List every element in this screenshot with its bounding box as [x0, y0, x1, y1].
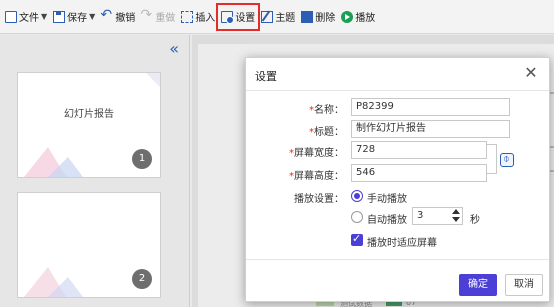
save-label: 保存 — [67, 13, 88, 24]
play-label: 播放 — [355, 13, 376, 24]
settings-dialog: 设置 ✕ *名称： P82399 *标题： 制作幻灯片报告 *屏幕宽度： 728… — [245, 57, 550, 302]
play-icon — [341, 10, 354, 23]
slide-panel: « 幻灯片报告 1 2 — [0, 35, 190, 307]
name-row: *名称： P82399 — [246, 98, 549, 116]
close-icon[interactable]: ✕ — [522, 64, 540, 82]
dialog-header: 设置 ✕ — [246, 58, 549, 91]
dialog-footer — [246, 259, 549, 301]
fit-screen-label: 播放时适应屏幕 — [367, 238, 437, 249]
cancel-button[interactable]: 取消 — [505, 274, 543, 296]
file-label: 文件 — [19, 13, 39, 24]
seconds-unit: 秒 — [470, 215, 480, 226]
save-icon — [53, 10, 66, 23]
manual-play-radio[interactable] — [351, 190, 363, 202]
insert-label: 插入 — [195, 13, 216, 24]
delete-label: 删除 — [315, 13, 336, 24]
play-button[interactable]: 播放 — [338, 5, 378, 29]
auto-seconds-stepper[interactable]: 3 — [412, 207, 463, 225]
name-field[interactable]: P82399 — [351, 98, 510, 116]
link-icon[interactable] — [500, 152, 514, 167]
slide-thumbnail-1[interactable]: 幻灯片报告 1 — [17, 72, 161, 178]
chevron-down-icon: ▼ — [41, 12, 48, 21]
theme-button[interactable]: 主题 — [258, 5, 298, 29]
manual-play-label: 手动播放 — [367, 194, 407, 205]
height-label: *屏幕高度： — [289, 171, 344, 182]
dialog-title: 设置 — [255, 70, 277, 83]
title-field[interactable]: 制作幻灯片报告 — [351, 120, 510, 138]
redo-icon — [140, 7, 153, 23]
save-menu-button[interactable]: 保存 ▼ — [50, 5, 98, 29]
theme-label: 主题 — [275, 13, 296, 24]
undo-icon — [100, 7, 113, 23]
play-label: 播放设置： — [294, 194, 344, 205]
undo-label: 撤销 — [115, 13, 136, 24]
collapse-panel-icon[interactable]: « — [169, 39, 179, 58]
file-icon — [5, 10, 17, 23]
auto-play-label: 自动播放 — [367, 215, 407, 226]
delete-icon — [301, 10, 314, 23]
confirm-button[interactable]: 确定 — [459, 274, 497, 296]
file-menu-button[interactable]: 文件 ▼ — [2, 5, 50, 29]
chevron-down-icon: ▼ — [89, 12, 96, 21]
undo-button[interactable]: 撤销 — [98, 5, 138, 29]
redo-button[interactable]: 重做 — [138, 5, 178, 29]
slide-title: 幻灯片报告 — [64, 109, 114, 120]
slide-decoration — [24, 267, 83, 297]
toolbar: 文件 ▼ 保存 ▼ 撤销 重做 插入 设置 主题 删除 播放 — [0, 0, 554, 34]
name-label: *名称： — [309, 105, 344, 116]
redo-label: 重做 — [155, 13, 176, 24]
aspect-link-bracket — [486, 144, 497, 174]
insert-icon — [181, 10, 194, 23]
title-row: *标题： 制作幻灯片报告 — [246, 120, 549, 138]
stepper-arrows-icon[interactable] — [451, 209, 461, 223]
settings-icon — [221, 10, 235, 24]
title-label: *标题： — [309, 127, 344, 138]
slide-decoration — [24, 147, 83, 177]
delete-button[interactable]: 删除 — [298, 5, 338, 29]
height-field[interactable]: 546 — [351, 164, 487, 182]
settings-label: 设置 — [235, 13, 256, 24]
width-label: *屏幕宽度： — [289, 148, 344, 159]
theme-icon — [261, 10, 274, 23]
fit-screen-checkbox[interactable] — [351, 232, 363, 246]
slide-number: 2 — [132, 269, 152, 289]
slide-decoration — [146, 73, 160, 87]
insert-button[interactable]: 插入 — [178, 5, 218, 29]
auto-play-radio[interactable] — [351, 211, 363, 223]
auto-seconds-value: 3 — [417, 210, 424, 221]
slide-number: 1 — [132, 149, 152, 169]
width-field[interactable]: 728 — [351, 141, 487, 159]
slide-thumbnail-2[interactable]: 2 — [17, 192, 161, 298]
settings-button[interactable]: 设置 — [216, 2, 261, 31]
